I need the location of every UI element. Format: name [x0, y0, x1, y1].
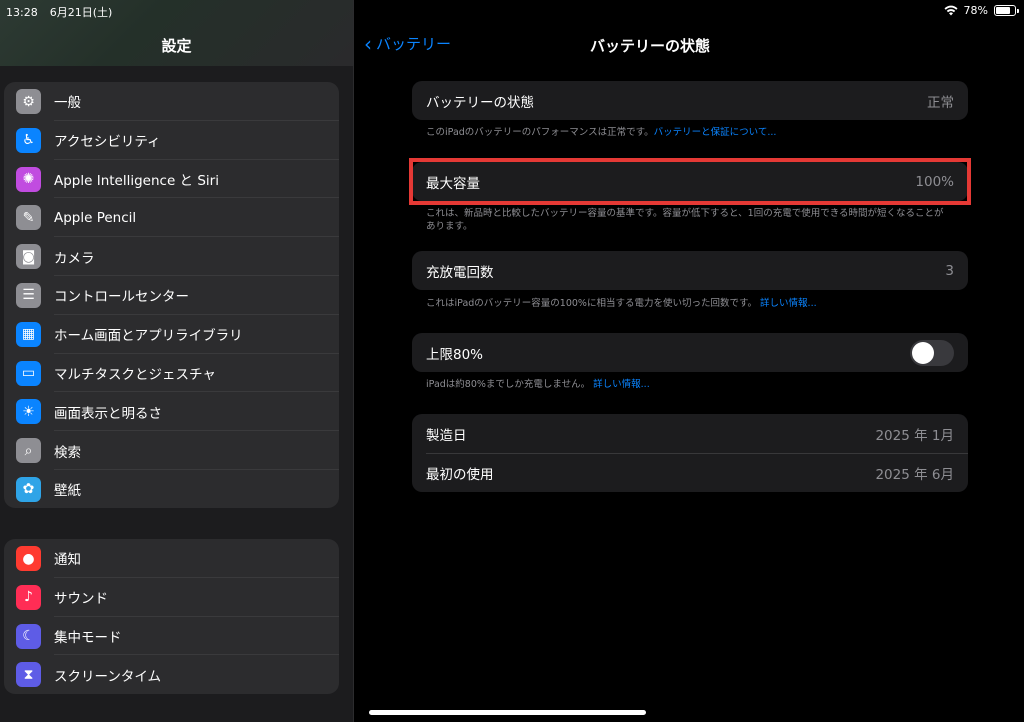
first-use-label: 最初の使用 — [426, 466, 494, 483]
status-time: 13:28 — [6, 6, 38, 19]
settings-group-1: ⚙ 一般 ♿ アクセシビリティ ✺ Apple Intelligence と Siri ✎ A… — [4, 82, 339, 508]
sidebar-item-label: 検索 — [54, 444, 81, 461]
chevron-left-icon: ‹ — [364, 31, 372, 56]
max-capacity-note: これは、新品時と比較したバッテリー容量の基準です。容量が低下すると、1回の充電で… — [426, 208, 944, 232]
battery-health-note: このiPadのバッテリーのパフォーマンスは正常です。バッテリーと保証について..… — [426, 126, 946, 139]
cycle-more-info-link[interactable]: 詳しい情報... — [760, 298, 817, 309]
wallpaper-icon: ✿ — [16, 476, 41, 502]
battery-health-note-text: このiPadのバッテリーのパフォーマンスは正常です。 — [426, 127, 654, 138]
manufacture-date-row: 製造日 2025 年 1月 — [412, 414, 968, 453]
sidebar-item[interactable]: ☀ 画面表示と明るさ — [4, 392, 339, 431]
siri-icon: ✺ — [16, 166, 41, 192]
back-button-label: バッテリー — [376, 35, 452, 53]
battery-warranty-link[interactable]: バッテリーと保証について... — [654, 127, 777, 138]
status-date: 6月21日(土) — [49, 6, 113, 19]
sidebar-item-label: カメラ — [54, 250, 95, 267]
cycle-count-value: 3 — [945, 262, 954, 279]
limit-more-info-link[interactable]: 詳しい情報... — [593, 379, 650, 390]
sidebar-item-label: 通知 — [54, 552, 81, 569]
limit-80-note-text: iPadは約80%までしか充電しません。 — [426, 379, 591, 390]
highlight-box — [409, 158, 971, 205]
manufacture-date-label: 製造日 — [426, 427, 467, 444]
cycle-count-note-text: これはiPadのバッテリー容量の100%に相当する電力を使い切った回数です。 — [426, 298, 758, 309]
sidebar-item[interactable]: ⌕ 検索 — [4, 431, 339, 470]
sidebar-header: 13:28 6月21日(土) 設定 — [0, 0, 353, 66]
sidebar-item[interactable]: ☰ コントロールセンター — [4, 276, 339, 315]
cycle-count-label: 充放電回数 — [426, 264, 494, 281]
sidebar-item-label: 一般 — [54, 95, 81, 112]
battery-health-row: バッテリーの状態 正常 — [412, 81, 968, 120]
sidebar-item[interactable]: ✎ Apple Pencil — [4, 198, 339, 237]
sidebar-item-label: ホーム画面とアプリライブラリ — [54, 328, 243, 345]
first-use-value: 2025 年 6月 — [875, 466, 954, 483]
control-center-icon: ☰ — [16, 282, 41, 308]
back-button[interactable]: ‹ バッテリー — [364, 33, 451, 54]
battery-health-value: 正常 — [927, 94, 954, 111]
manufacture-date-value: 2025 年 1月 — [875, 427, 954, 444]
wifi-icon — [944, 5, 958, 16]
sidebar-item[interactable]: ♿ アクセシビリティ — [4, 121, 339, 160]
brightness-icon: ☀ — [16, 399, 41, 425]
sidebar-item[interactable]: ▭ マルチタスクとジェスチャ — [4, 354, 339, 393]
sidebar-item-label: マルチタスクとジェスチャ — [54, 366, 216, 383]
battery-health-card: バッテリーの状態 正常 — [412, 81, 968, 120]
sidebar-item[interactable]: ● 通知 — [4, 539, 339, 578]
cycle-count-note: これはiPadのバッテリー容量の100%に相当する電力を使い切った回数です。 詳… — [426, 297, 946, 310]
status-bar-left: 13:28 6月21日(土) — [6, 4, 112, 20]
settings-group-2: ● 通知 ♪ サウンド ☾ 集中モード ⧗ スクリーンタイム — [4, 539, 339, 694]
sidebar-item-label: サウンド — [54, 591, 108, 608]
sidebar-item[interactable]: ✺ Apple Intelligence と Siri — [4, 160, 339, 199]
battery-health-label: バッテリーの状態 — [426, 94, 534, 111]
sidebar-item-label: 集中モード — [54, 629, 122, 646]
sidebar-item[interactable]: ◙ カメラ — [4, 237, 339, 276]
sidebar-item-label: 画面表示と明るさ — [54, 405, 162, 422]
sidebar-item[interactable]: ✿ 壁紙 — [4, 470, 339, 508]
sidebar-item[interactable]: ⧗ スクリーンタイム — [4, 655, 339, 694]
limit-80-label: 上限80% — [426, 346, 484, 363]
sidebar-item[interactable]: ▦ ホーム画面とアプリライブラリ — [4, 315, 339, 354]
battery-icon — [994, 5, 1019, 16]
settings-sidebar: 13:28 6月21日(土) 設定 ⚙ 一般 ♿ アクセシビリティ ✺ Apple Inte… — [0, 0, 353, 722]
status-bar-right: 78% — [944, 4, 1019, 17]
speaker-icon: ♪ — [16, 584, 41, 610]
sidebar-item-label: Apple Pencil — [54, 209, 137, 226]
search-icon: ⌕ — [16, 438, 41, 464]
home-screen-icon: ▦ — [16, 321, 41, 347]
moon-icon: ☾ — [16, 623, 41, 649]
first-use-row: 最初の使用 2025 年 6月 — [412, 453, 968, 492]
battery-percentage: 78% — [963, 4, 988, 17]
split-divider — [353, 0, 354, 722]
home-indicator — [369, 710, 646, 715]
pencil-icon: ✎ — [16, 205, 41, 231]
multitask-icon: ▭ — [16, 360, 41, 386]
accessibility-icon: ♿ — [16, 127, 41, 153]
cycle-count-card: 充放電回数 3 — [412, 251, 968, 290]
gear-icon: ⚙ — [16, 89, 41, 114]
sidebar-item-label: コントロールセンター — [54, 289, 189, 306]
sidebar-item[interactable]: ☾ 集中モード — [4, 617, 339, 656]
cycle-count-row: 充放電回数 3 — [412, 251, 968, 290]
sidebar-item-label: アクセシビリティ — [54, 134, 161, 151]
sidebar-title: 設定 — [161, 37, 192, 55]
sidebar-item[interactable]: ⚙ 一般 — [4, 82, 339, 121]
sidebar-item-label: スクリーンタイム — [54, 668, 162, 685]
limit-80-note: iPadは約80%までしか充電しません。 詳しい情報... — [426, 378, 946, 391]
limit-80-toggle[interactable] — [910, 339, 954, 366]
limit-80-card: 上限80% — [412, 333, 968, 372]
page-title: バッテリーの状態 — [590, 37, 711, 55]
bell-icon: ● — [16, 546, 41, 571]
sidebar-item-label: Apple Intelligence と Siri — [54, 172, 219, 189]
dates-card: 製造日 2025 年 1月 最初の使用 2025 年 6月 — [412, 414, 968, 492]
camera-icon: ◙ — [16, 244, 41, 270]
sidebar-item-label: 壁紙 — [54, 483, 81, 500]
hourglass-icon: ⧗ — [16, 662, 41, 688]
sidebar-item[interactable]: ♪ サウンド — [4, 578, 339, 617]
limit-80-row: 上限80% — [412, 333, 968, 372]
toggle-knob — [912, 341, 934, 364]
